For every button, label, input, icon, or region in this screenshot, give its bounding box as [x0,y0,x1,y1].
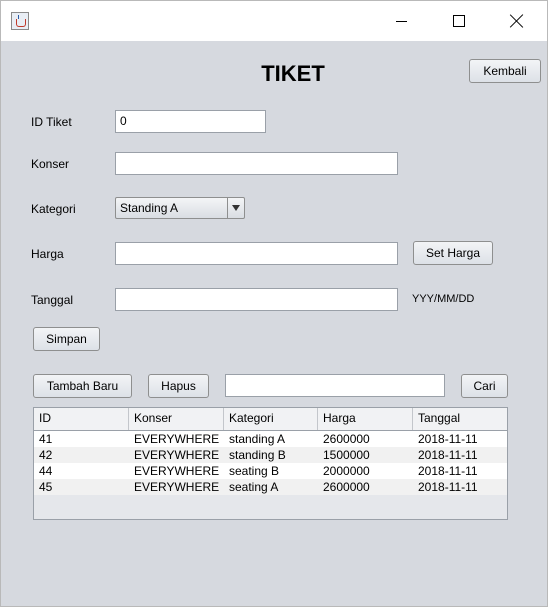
maximize-button[interactable] [436,1,482,41]
java-app-icon [11,12,29,30]
column-header-konser[interactable]: Konser [129,408,224,430]
dropdown-arrow-button[interactable] [227,198,244,218]
column-header-tanggal[interactable]: Tanggal [413,408,507,430]
konser-field[interactable] [115,152,398,175]
cell-konser: EVERYWHERE [134,464,220,478]
harga-field[interactable] [115,242,398,265]
table-row[interactable]: 42 EVERYWHERE standing B 1500000 2018-11… [34,447,507,463]
cell-id: 41 [39,432,53,446]
cell-tanggal: 2018-11-11 [418,464,478,478]
search-input[interactable] [225,374,445,397]
cell-kategori: seating B [229,464,280,478]
hapus-button[interactable]: Hapus [148,374,209,398]
column-header-id[interactable]: ID [34,408,129,430]
tanggal-field[interactable] [115,288,398,311]
table-row[interactable]: 45 EVERYWHERE seating A 2600000 2018-11-… [34,479,507,495]
page-title: TIKET [261,61,325,86]
cell-id: 44 [39,464,53,478]
set-harga-button[interactable]: Set Harga [413,241,493,265]
cell-kategori: standing B [229,448,286,462]
cell-harga: 2600000 [323,432,370,446]
app-window: TIKET Kembali ID Tiket 0 Konser Kategori… [0,0,548,607]
tiket-table[interactable]: ID Konser Kategori Harga Tanggal 41 EVER… [33,407,508,520]
cell-konser: EVERYWHERE [134,480,220,494]
back-button[interactable]: Kembali [469,59,541,83]
cell-tanggal: 2018-11-11 [418,432,478,446]
konser-label: Konser [31,157,70,171]
maximize-icon [453,15,465,27]
cari-button[interactable]: Cari [461,374,508,398]
kategori-selected-value: Standing A [120,201,179,215]
cell-konser: EVERYWHERE [134,448,220,462]
simpan-button[interactable]: Simpan [33,327,100,351]
cell-harga: 2000000 [323,464,370,478]
minimize-button[interactable] [378,1,424,41]
table-header: ID Konser Kategori Harga Tanggal [34,408,507,431]
cell-kategori: standing A [229,432,286,446]
harga-label: Harga [31,247,64,261]
cell-tanggal: 2018-11-11 [418,480,478,494]
column-header-kategori[interactable]: Kategori [224,408,318,430]
cell-id: 42 [39,448,53,462]
tambah-baru-button[interactable]: Tambah Baru [33,374,132,398]
cell-kategori: seating A [229,480,279,494]
kategori-select[interactable]: Standing A [115,197,245,219]
id-label: ID Tiket [31,115,72,129]
tanggal-format-hint: YYY/MM/DD [412,293,475,305]
cell-harga: 1500000 [323,448,370,462]
tanggal-label: Tanggal [31,293,74,307]
chevron-down-icon [232,205,240,211]
table-row[interactable]: 41 EVERYWHERE standing A 2600000 2018-11… [34,431,507,447]
cell-id: 45 [39,480,53,494]
table-body: 41 EVERYWHERE standing A 2600000 2018-11… [34,431,507,495]
column-header-harga[interactable]: Harga [318,408,413,430]
table-row[interactable]: 44 EVERYWHERE seating B 2000000 2018-11-… [34,463,507,479]
cell-konser: EVERYWHERE [134,432,220,446]
close-button[interactable] [494,1,540,41]
kategori-label: Kategori [31,202,76,216]
close-icon [510,14,524,28]
cell-harga: 2600000 [323,480,370,494]
minimize-icon [395,20,407,22]
title-bar [1,1,547,41]
id-field[interactable]: 0 [115,110,266,133]
cell-tanggal: 2018-11-11 [418,448,478,462]
